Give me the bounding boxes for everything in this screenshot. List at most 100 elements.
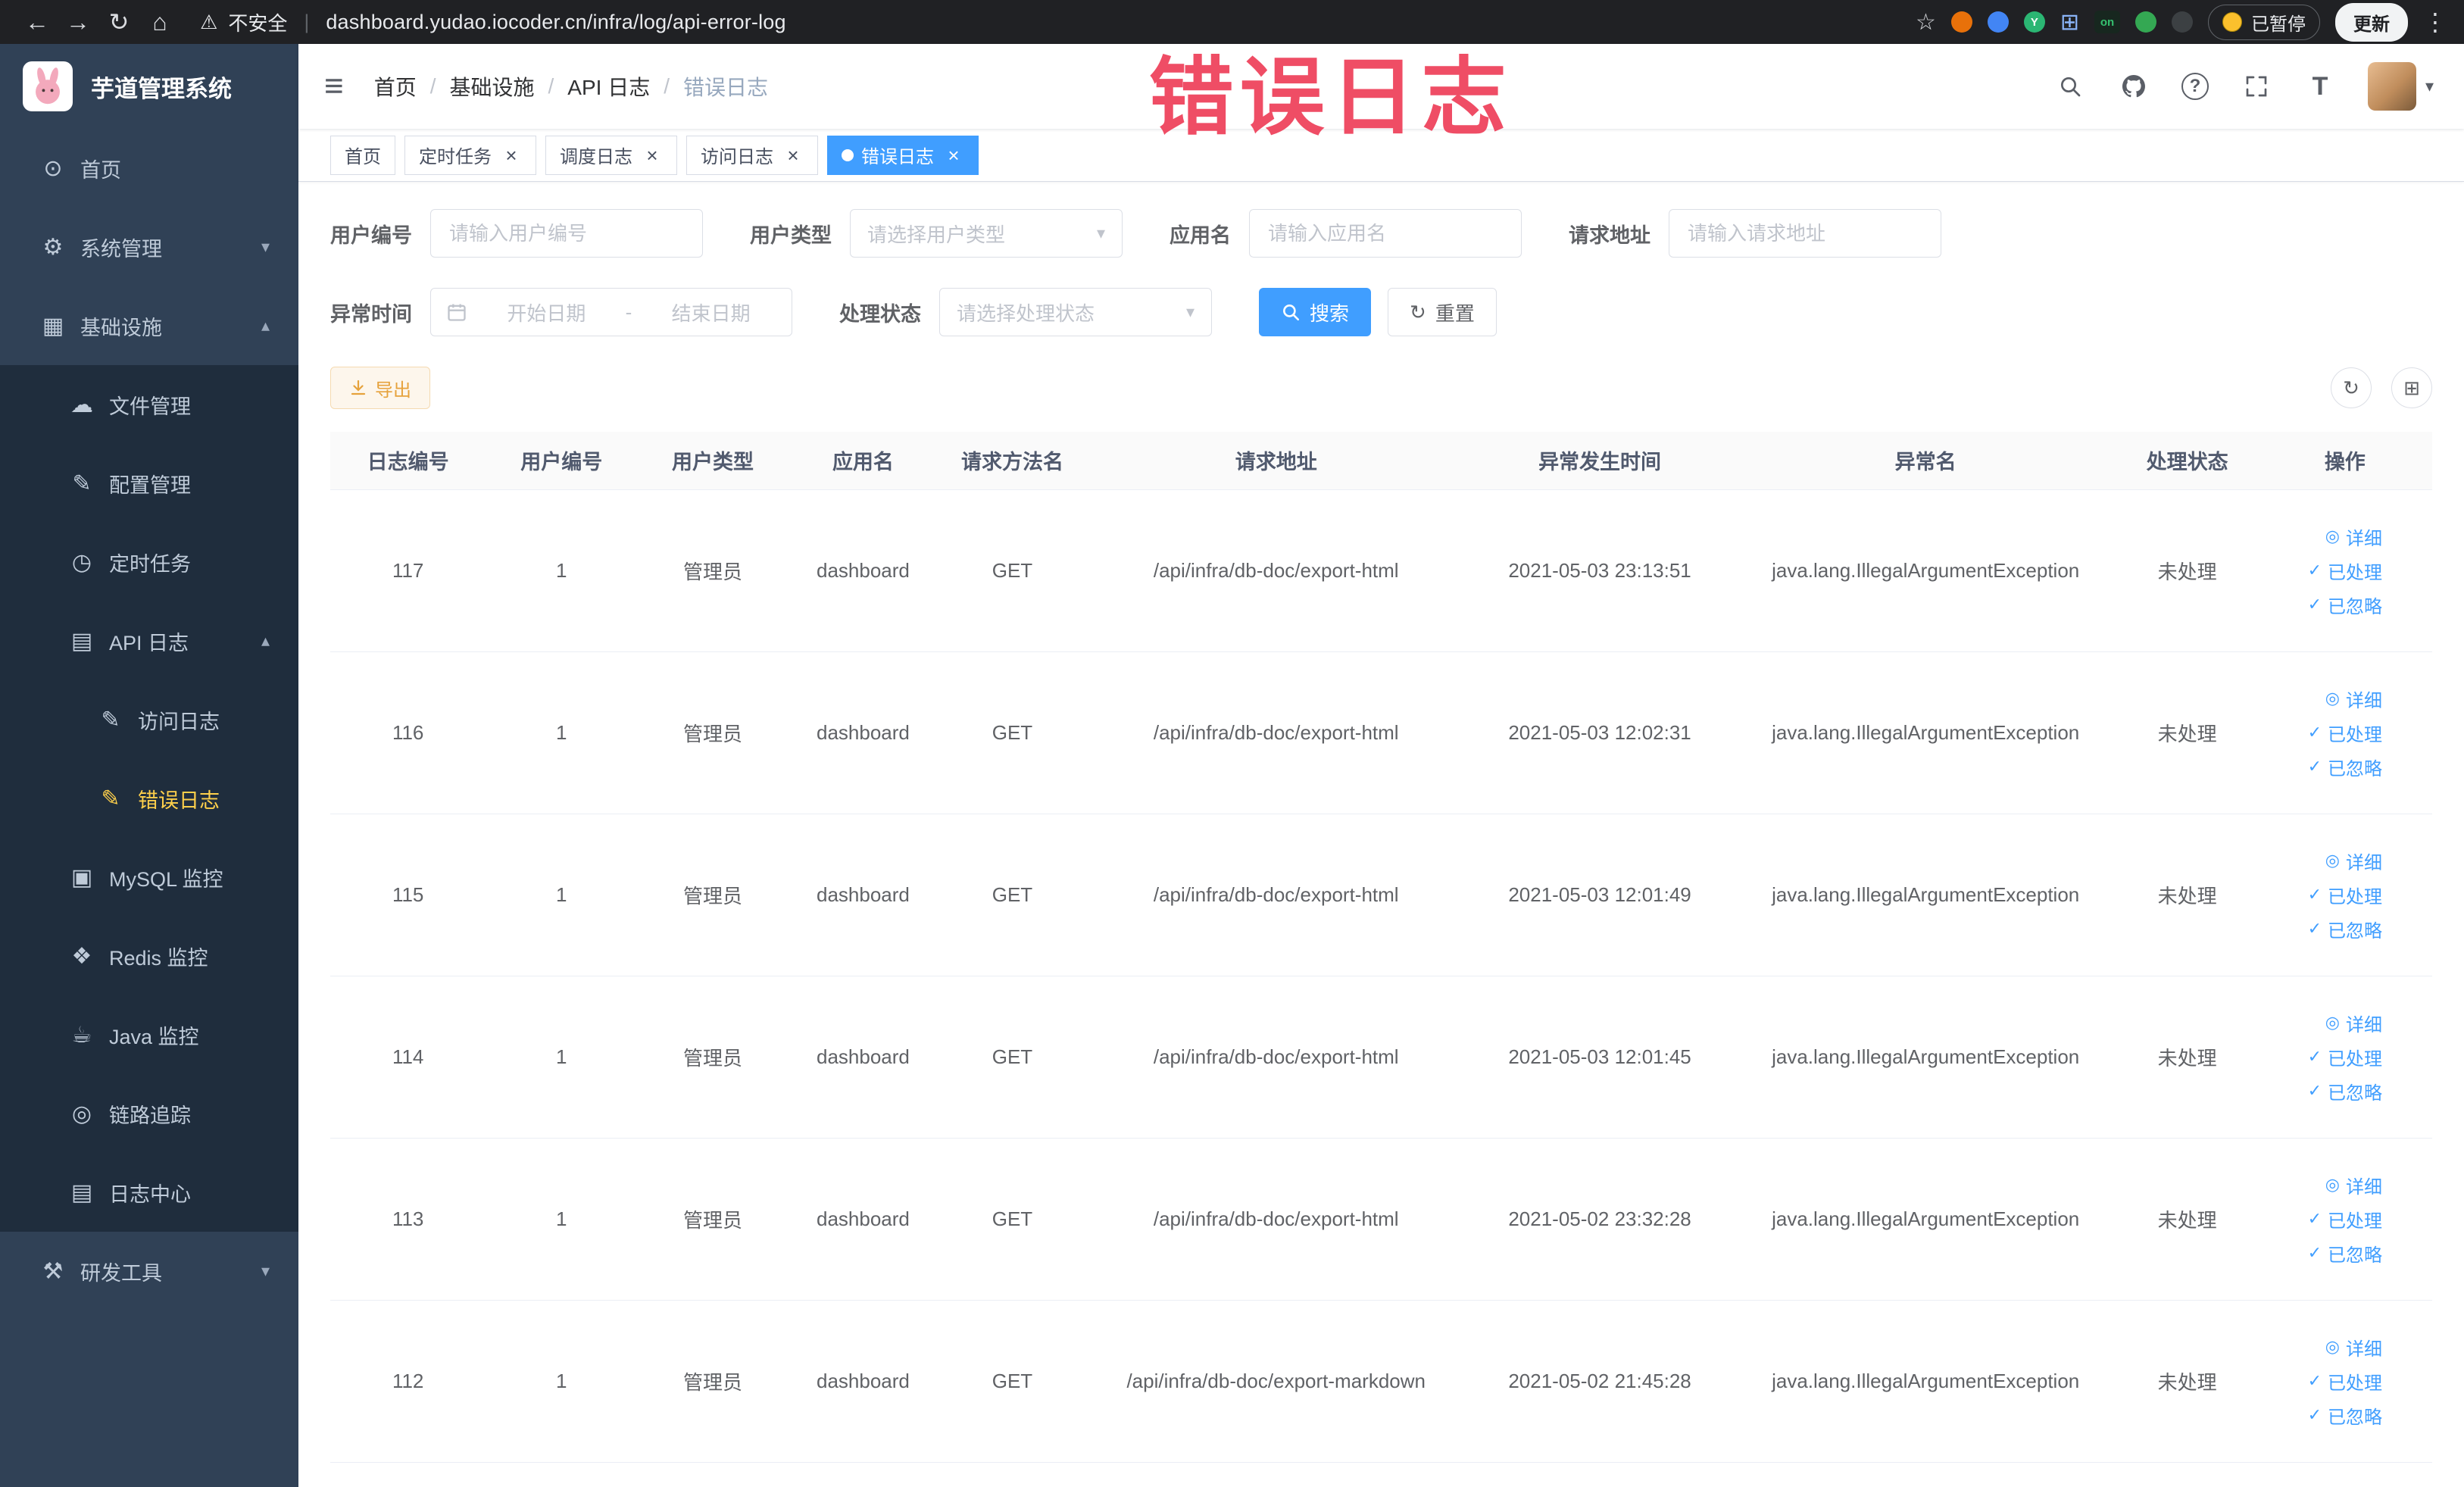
action-label: 已处理: [2328, 1048, 2382, 1070]
switch-on-extension-icon[interactable]: on: [2094, 11, 2120, 33]
sidebar-item-java[interactable]: ☕ Java 监控: [0, 995, 298, 1074]
yudao-extension-icon[interactable]: Y: [2023, 11, 2045, 33]
cell-app: dashboard: [788, 976, 938, 1139]
browser-chrome: ← → ↻ ⌂ ⚠ 不安全 | dashboard.yudao.iocoder.…: [0, 0, 2464, 44]
user-id-input[interactable]: [430, 209, 703, 258]
close-icon[interactable]: ×: [642, 145, 663, 166]
sidebar-item-redis[interactable]: ❖ Redis 监控: [0, 917, 298, 995]
detail-link[interactable]: ◎ 详细: [2325, 1334, 2382, 1360]
avatar[interactable]: [2367, 62, 2416, 111]
action-label: 已忽略: [2328, 1082, 2382, 1104]
cell-user-id: 1: [486, 1300, 638, 1463]
sidebar-item-job[interactable]: ◷ 定时任务: [0, 523, 298, 601]
home-icon[interactable]: ⌂: [139, 4, 180, 40]
close-icon[interactable]: ×: [782, 145, 804, 166]
processed-link[interactable]: ✓ 已处理: [2308, 882, 2382, 908]
reset-button[interactable]: ↻ 重置: [1388, 288, 1497, 336]
address-bar[interactable]: ⚠ 不安全 | dashboard.yudao.iocoder.cn/infra…: [200, 8, 1916, 36]
detail-link[interactable]: ◎ 详细: [2325, 848, 2382, 874]
leaf-extension-icon[interactable]: [2135, 11, 2156, 33]
cell-method: GET: [937, 814, 1087, 976]
ignored-link[interactable]: ✓ 已忽略: [2308, 592, 2382, 618]
github-icon[interactable]: [2118, 70, 2150, 102]
detail-link[interactable]: ◎ 详细: [2325, 1010, 2382, 1036]
request-url-input[interactable]: [1669, 209, 1941, 258]
processed-link[interactable]: ✓ 已处理: [2308, 1044, 2382, 1070]
start-date-placeholder[interactable]: 开始日期: [481, 298, 612, 326]
search-button[interactable]: 搜索: [1259, 288, 1372, 336]
processed-link[interactable]: ✓ 已处理: [2308, 1368, 2382, 1395]
check-icon: ✓: [2307, 1047, 2322, 1066]
forward-icon[interactable]: →: [58, 4, 98, 40]
close-icon[interactable]: ×: [501, 145, 522, 166]
adblock-extension-icon[interactable]: [1950, 11, 1972, 33]
paw-extension-icon[interactable]: [2172, 11, 2193, 33]
search-icon: [1281, 302, 1301, 322]
logo[interactable]: 芋道管理系统: [0, 44, 298, 129]
update-button[interactable]: 更新: [2335, 2, 2408, 42]
processed-link[interactable]: ✓ 已处理: [2308, 558, 2382, 584]
sidebar-item-log-center[interactable]: ▤ 日志中心: [0, 1153, 298, 1232]
search-icon[interactable]: [2054, 70, 2086, 102]
end-date-placeholder[interactable]: 结束日期: [645, 298, 776, 326]
sidebar-item-file[interactable]: ☁ 文件管理: [0, 365, 298, 444]
tab-access-log[interactable]: 访问日志 ×: [686, 135, 818, 175]
ignored-link[interactable]: ✓ 已忽略: [2308, 754, 2382, 780]
sidebar-item-infrastructure[interactable]: ▦ 基础设施 ▴: [0, 286, 298, 365]
sidebar-item-label: 定时任务: [109, 552, 191, 576]
cell-status: 未处理: [2116, 489, 2258, 652]
hamburger-icon[interactable]: ≡: [324, 70, 344, 103]
tab-home[interactable]: 首页: [330, 135, 395, 175]
user-menu[interactable]: ▾: [2367, 62, 2434, 111]
font-size-icon[interactable]: T: [2304, 70, 2336, 102]
detail-link[interactable]: ◎ 详细: [2325, 686, 2382, 712]
user-type-select[interactable]: 请选择用户类型 ▾: [850, 209, 1123, 258]
breadcrumb-item[interactable]: 基础设施: [449, 71, 534, 102]
fullscreen-icon[interactable]: [2241, 70, 2272, 102]
sidebar-item-dev-tools[interactable]: ⚒ 研发工具 ▾: [0, 1232, 298, 1310]
ignored-link[interactable]: ✓ 已忽略: [2308, 1240, 2382, 1267]
detail-link[interactable]: ◎ 详细: [2325, 523, 2382, 550]
export-button[interactable]: 导出: [330, 367, 430, 409]
processed-link[interactable]: ✓ 已处理: [2308, 720, 2382, 746]
cell-user-id: 1: [486, 976, 638, 1139]
paused-extension-badge[interactable]: 已暂停: [2208, 4, 2320, 40]
cell-status: 未处理: [2116, 814, 2258, 976]
close-icon[interactable]: ×: [943, 145, 964, 166]
processed-link[interactable]: ✓ 已处理: [2308, 1206, 2382, 1232]
sidebar-item-trace[interactable]: ◎ 链路追踪: [0, 1074, 298, 1153]
tags-view: 首页 定时任务 × 调度日志 × 访问日志 × 错误日志 ×: [298, 129, 2464, 182]
sidebar-item-config[interactable]: ✎ 配置管理: [0, 444, 298, 523]
back-icon[interactable]: ←: [17, 4, 58, 40]
app-name-input[interactable]: [1249, 209, 1522, 258]
column-settings-button[interactable]: ⊞: [2391, 367, 2432, 408]
breadcrumb-item[interactable]: 首页: [374, 71, 417, 102]
sidebar-item-home[interactable]: ⊙ 首页: [0, 129, 298, 208]
sidebar-item-system[interactable]: ⚙ 系统管理 ▾: [0, 208, 298, 286]
ignored-link[interactable]: ✓ 已忽略: [2308, 1078, 2382, 1104]
ignored-link[interactable]: ✓ 已忽略: [2308, 1402, 2382, 1429]
sidebar-item-access-log[interactable]: ✎ 访问日志: [0, 680, 298, 759]
help-icon[interactable]: ?: [2181, 73, 2209, 100]
browser-menu-icon[interactable]: ⋮: [2423, 8, 2447, 36]
process-status-select[interactable]: 请选择处理状态 ▾: [939, 288, 1212, 336]
bookmark-star-icon[interactable]: ☆: [1916, 9, 1936, 36]
url-text[interactable]: dashboard.yudao.iocoder.cn/infra/log/api…: [326, 11, 785, 34]
refresh-table-button[interactable]: ↻: [2331, 367, 2372, 408]
ignored-link[interactable]: ✓ 已忽略: [2308, 916, 2382, 942]
date-range-picker[interactable]: 开始日期 - 结束日期: [430, 288, 792, 336]
grid-extension-icon[interactable]: ⊞: [2060, 9, 2079, 36]
tab-job[interactable]: 定时任务 ×: [404, 135, 536, 175]
detail-link[interactable]: ◎ 详细: [2325, 1172, 2382, 1198]
sidebar-item-error-log[interactable]: ✎ 错误日志: [0, 759, 298, 838]
column-header: 应用名: [788, 432, 938, 490]
cell-id: 117: [330, 489, 486, 652]
sidebar-item-mysql[interactable]: ▣ MySQL 监控: [0, 838, 298, 917]
check-icon: ✓: [2307, 885, 2322, 904]
breadcrumb-item[interactable]: API 日志: [567, 71, 650, 102]
drop-extension-icon[interactable]: [1987, 11, 2009, 33]
reload-icon[interactable]: ↻: [98, 4, 139, 40]
tab-error-log[interactable]: 错误日志 ×: [827, 135, 979, 175]
sidebar-item-api-log[interactable]: ▤ API 日志 ▴: [0, 601, 298, 680]
tab-job-log[interactable]: 调度日志 ×: [545, 135, 677, 175]
